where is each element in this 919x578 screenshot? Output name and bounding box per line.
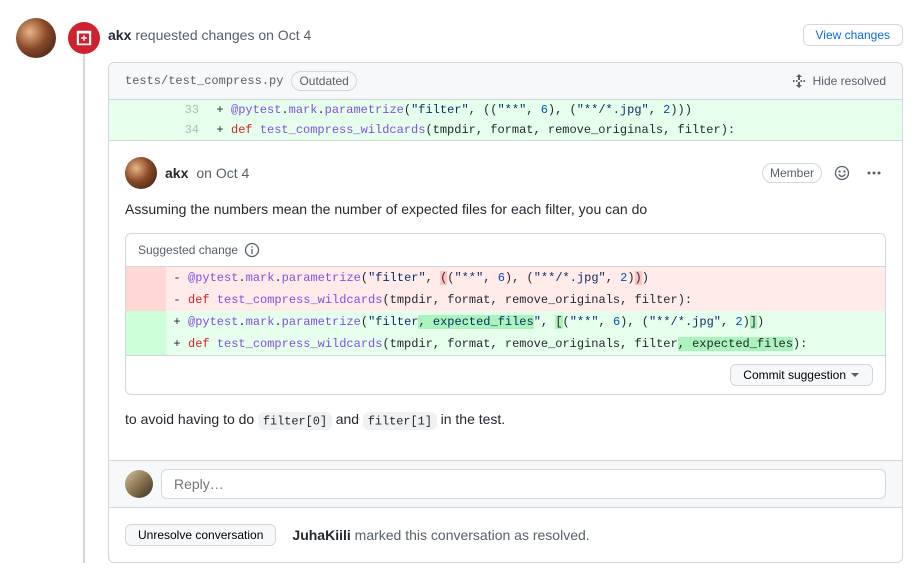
view-changes-button[interactable]: View changes xyxy=(803,24,904,46)
hide-resolved-label: Hide resolved xyxy=(813,74,886,88)
suggestion-line: -def test_compress_wildcards(tmpdir, for… xyxy=(126,289,885,311)
inline-code: filter[1] xyxy=(363,412,437,431)
resolve-row: Unresolve conversation JuhaKiili marked … xyxy=(109,507,902,562)
outdated-badge: Outdated xyxy=(291,71,356,91)
caret-down-icon xyxy=(850,370,860,380)
reply-input[interactable] xyxy=(161,469,886,499)
comment-body-before: Assuming the numbers mean the number of … xyxy=(125,201,886,217)
diff-line: 33+@pytest.mark.parametrize("filter", ((… xyxy=(109,100,902,120)
comment-author[interactable]: akx xyxy=(165,165,188,181)
changes-requested-icon xyxy=(68,22,100,54)
current-user-avatar[interactable] xyxy=(125,470,153,498)
suggested-change-label: Suggested change xyxy=(138,243,238,257)
suggestion-box: Suggested change -@pytest.mark.parametri… xyxy=(125,233,886,395)
inline-code: filter[0] xyxy=(258,412,332,431)
kebab-icon xyxy=(866,165,882,181)
review-header: akx requested changes on Oct 4 View chan… xyxy=(108,24,903,46)
timeline-line xyxy=(83,54,85,563)
suggestion-line: +def test_compress_wildcards(tmpdir, for… xyxy=(126,333,885,355)
suggestion-line: +@pytest.mark.parametrize("filter, expec… xyxy=(126,311,885,333)
comment-body-after: to avoid having to do filter[0] and filt… xyxy=(125,411,886,428)
reply-row xyxy=(109,460,902,507)
resolved-text: JuhaKiili marked this conversation as re… xyxy=(292,527,589,543)
emoji-reaction-button[interactable] xyxy=(830,161,854,185)
review-author[interactable]: akx xyxy=(108,27,131,43)
unfold-icon xyxy=(791,73,807,89)
suggestion-diff: -@pytest.mark.parametrize("filter", (("*… xyxy=(126,267,885,355)
file-header: tests/test_compress.py Outdated Hide res… xyxy=(109,63,902,100)
kebab-menu-button[interactable] xyxy=(862,161,886,185)
member-badge: Member xyxy=(762,163,822,183)
reviewer-avatar[interactable] xyxy=(16,18,56,58)
commit-suggestion-button[interactable]: Commit suggestion xyxy=(730,364,873,386)
unresolve-conversation-button[interactable]: Unresolve conversation xyxy=(125,524,276,546)
review-action: requested changes on Oct 4 xyxy=(135,27,311,43)
info-icon[interactable] xyxy=(244,242,260,258)
hide-resolved-button[interactable]: Hide resolved xyxy=(791,73,886,89)
comment-avatar[interactable] xyxy=(125,157,157,189)
suggestion-line: -@pytest.mark.parametrize("filter", (("*… xyxy=(126,267,885,289)
diff-line: 34+def test_compress_wildcards(tmpdir, f… xyxy=(109,120,902,140)
file-path[interactable]: tests/test_compress.py xyxy=(125,74,283,88)
smiley-icon xyxy=(834,165,850,181)
comment-time: on Oct 4 xyxy=(196,165,249,181)
diff-block: 33+@pytest.mark.parametrize("filter", ((… xyxy=(109,100,902,140)
